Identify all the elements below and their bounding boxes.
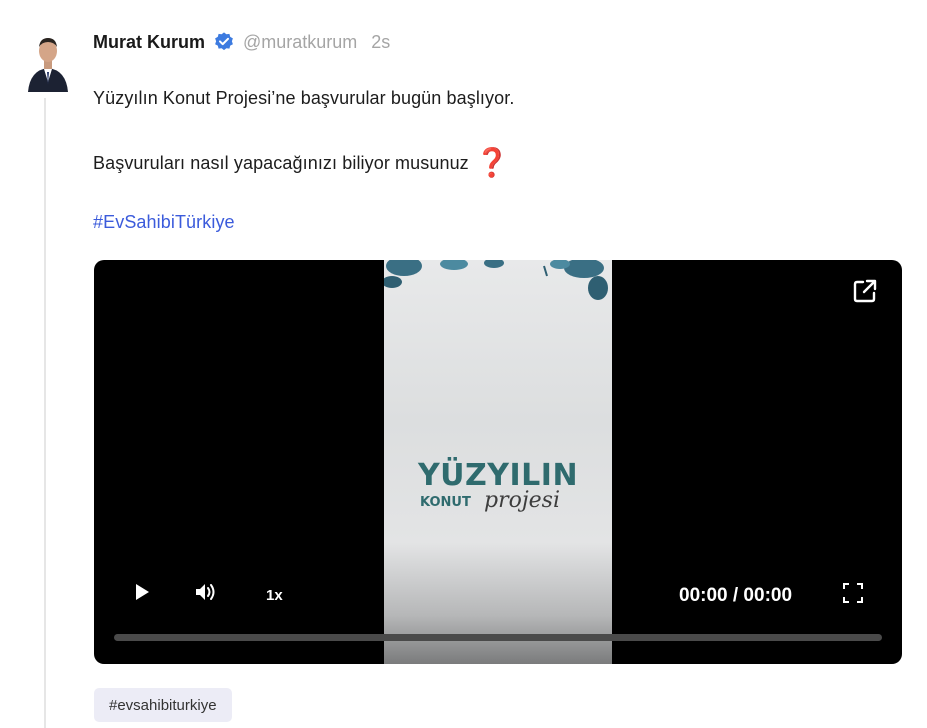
author-name[interactable]: Murat Kurum xyxy=(93,32,205,53)
play-icon[interactable] xyxy=(134,583,150,601)
author-avatar[interactable] xyxy=(24,30,72,92)
video-poster: YÜZYILIN KONUT projesi xyxy=(384,260,612,664)
video-player[interactable]: YÜZYILIN KONUT projesi 1x 00:00 / 00:00 xyxy=(94,260,902,664)
post-text-line-1: Yüzyılın Konut Projesi’ne başvurular bug… xyxy=(93,88,515,108)
verified-badge-icon xyxy=(215,32,233,51)
question-mark-emoji: ❓ xyxy=(474,147,510,178)
post-text-question: Başvuruları nasıl yapacağınızı biliyor m… xyxy=(93,152,469,173)
external-link-icon[interactable] xyxy=(852,278,878,304)
video-timecode: 00:00 / 00:00 xyxy=(679,585,793,606)
post-header: Murat Kurum @muratkurum 2s xyxy=(93,30,390,54)
video-progress-bar[interactable] xyxy=(114,634,882,641)
thread-line xyxy=(44,98,46,728)
leaf-decoration xyxy=(384,260,608,300)
post-timestamp[interactable]: 2s xyxy=(371,32,390,53)
author-handle[interactable]: @muratkurum xyxy=(243,32,357,53)
hashtag-link[interactable]: #EvSahibiTürkiye xyxy=(93,212,235,233)
fullscreen-icon[interactable] xyxy=(842,582,864,604)
volume-icon[interactable] xyxy=(194,582,218,602)
topic-tag-chip[interactable]: #evsahibiturkiye xyxy=(94,688,232,722)
poster-script: projesi xyxy=(484,488,561,513)
post-text-line-2: Başvuruları nasıl yapacağınızı biliyor m… xyxy=(93,149,510,177)
playback-speed-button[interactable]: 1x xyxy=(266,587,283,604)
poster-subtitle: KONUT xyxy=(420,495,471,510)
